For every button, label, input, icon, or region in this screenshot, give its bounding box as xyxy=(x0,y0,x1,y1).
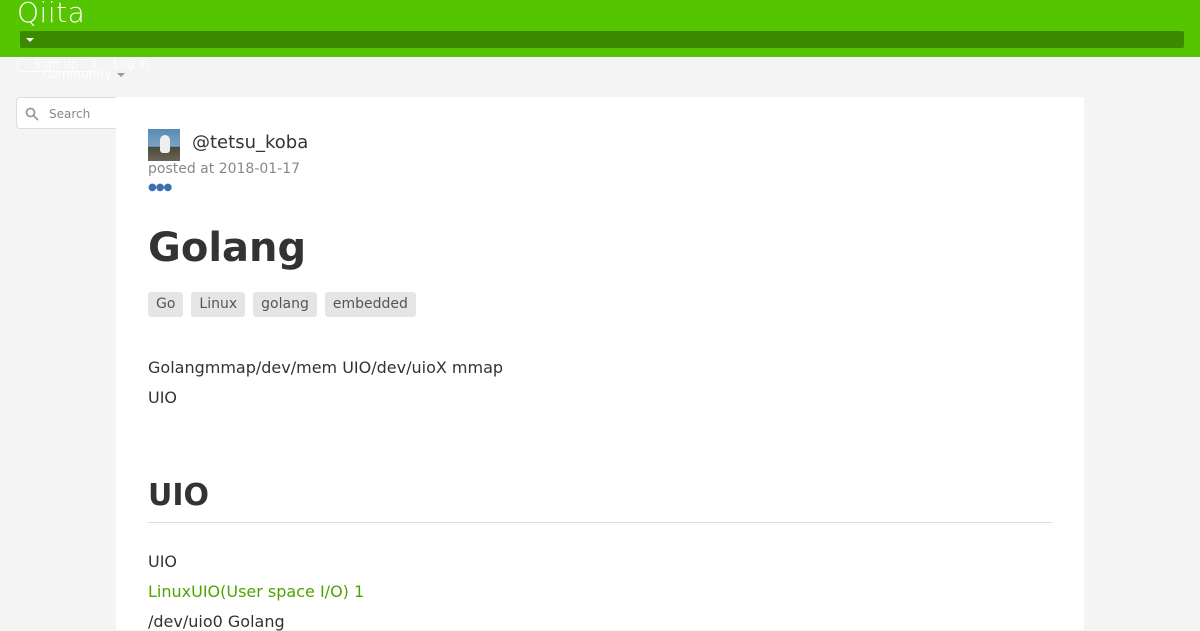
chevron-down-icon xyxy=(117,73,125,77)
tag-embedded[interactable]: embedded xyxy=(324,292,416,317)
community-menu-bar[interactable] xyxy=(20,31,1184,48)
tag-linux[interactable]: Linux xyxy=(191,292,246,317)
tag-list: Go Linux golang embedded xyxy=(148,292,416,317)
caret-down-icon xyxy=(26,38,34,42)
avatar-bird-image xyxy=(160,135,170,153)
uio-link[interactable]: LinuxUIO(User space I/O) 1 xyxy=(148,582,364,601)
global-header: Qiita xyxy=(0,0,1200,57)
tag-golang[interactable]: golang xyxy=(253,292,317,317)
section-paragraph: UIO xyxy=(148,552,178,571)
author-avatar[interactable] xyxy=(148,129,180,161)
article-title: Golang xyxy=(148,225,307,271)
qiita-logo[interactable]: Qiita xyxy=(17,0,85,29)
section-heading: UIO xyxy=(148,478,210,513)
section-paragraph: /dev/uio0 Golang xyxy=(148,612,285,631)
community-link[interactable]: Community xyxy=(42,67,111,81)
login-link[interactable]: Log in xyxy=(113,57,149,71)
tag-go[interactable]: Go xyxy=(148,292,184,317)
search-icon xyxy=(25,107,39,121)
article: @tetsu_koba posted at 2018-01-17 ●●● Gol… xyxy=(116,97,1084,631)
posted-date: posted at 2018-01-17 xyxy=(148,161,301,177)
author-username[interactable]: @tetsu_koba xyxy=(192,132,308,153)
more-dots-icon[interactable]: ●●● xyxy=(148,183,172,193)
intro-paragraph: Golangmmap/dev/mem UIO/dev/uioX mmap xyxy=(148,358,504,377)
heading-divider xyxy=(148,522,1052,523)
intro-paragraph: UIO xyxy=(148,388,178,407)
